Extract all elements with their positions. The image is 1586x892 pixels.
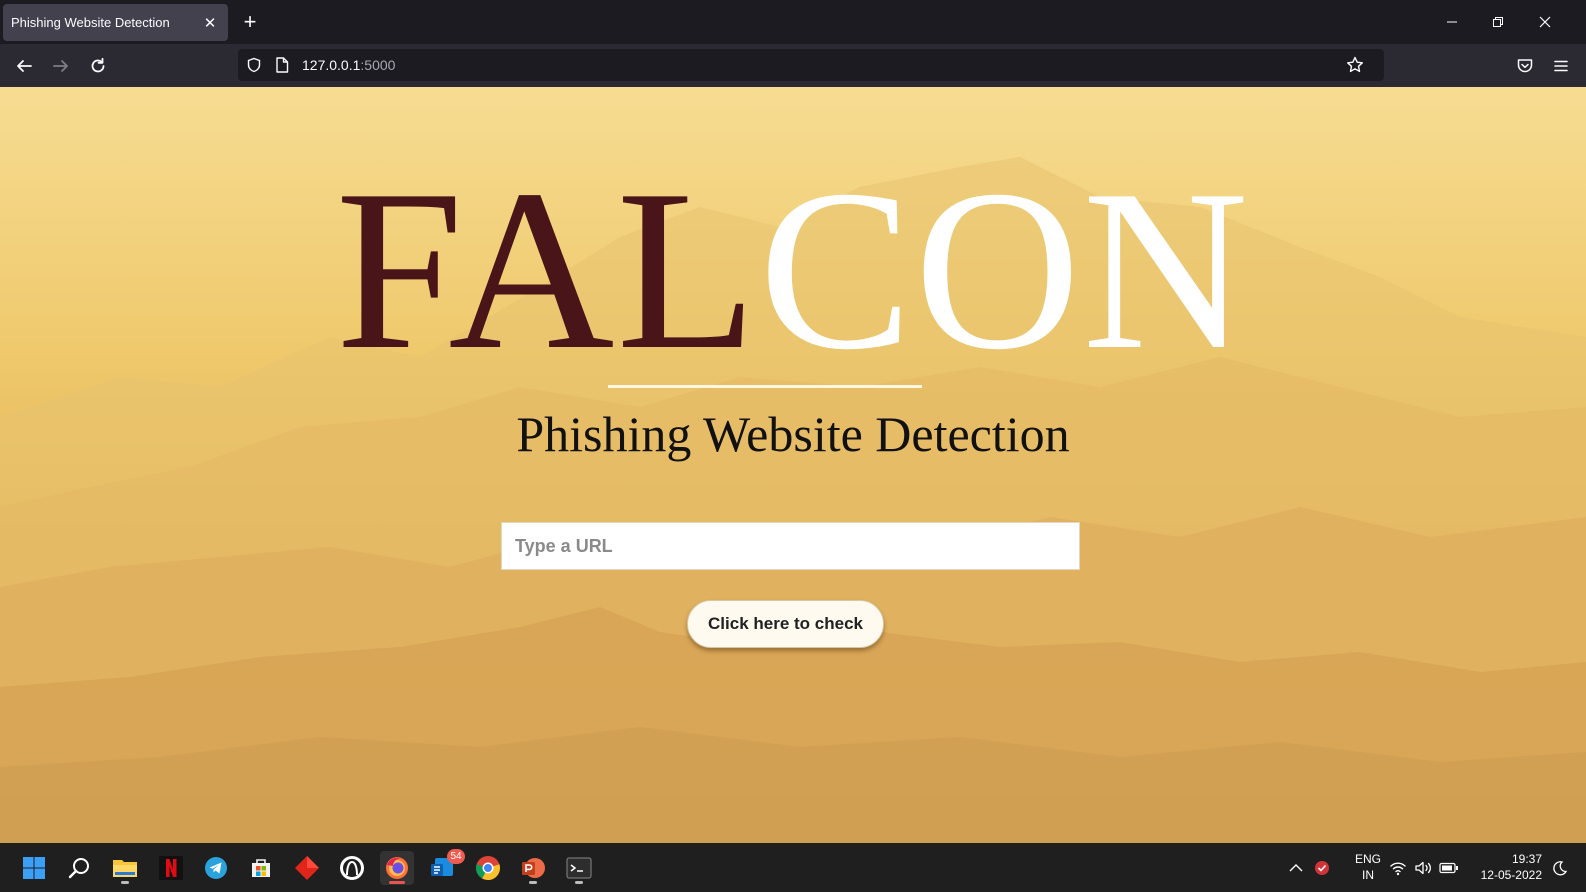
address-bar[interactable]: 127.0.0.1:5000 xyxy=(238,49,1384,81)
url-host: 127.0.0.1 xyxy=(302,57,361,73)
file-explorer-icon[interactable] xyxy=(108,851,142,885)
logo-part-dark: FAL xyxy=(335,142,759,397)
windows-start-icon[interactable] xyxy=(17,851,51,885)
clock-date: 12-05-2022 xyxy=(1480,868,1542,882)
microsoft-store-icon[interactable] xyxy=(244,851,278,885)
page-content: FALCON Phishing Website Detection Click … xyxy=(0,87,1586,843)
browser-tab[interactable]: Phishing Website Detection ✕ xyxy=(3,4,228,41)
reload-icon[interactable] xyxy=(84,52,112,80)
shield-icon[interactable] xyxy=(244,55,264,75)
netflix-icon[interactable] xyxy=(154,851,188,885)
windows-taskbar: 54 ENG IN 19:37 12-05-2022 xyxy=(0,843,1586,892)
mail-icon[interactable]: 54 xyxy=(425,849,465,885)
linux-app-icon[interactable] xyxy=(335,851,369,885)
volume-icon[interactable] xyxy=(1414,843,1434,892)
search-icon[interactable] xyxy=(62,851,96,885)
logo-part-light: CON xyxy=(758,142,1251,397)
falcon-logo: FALCON xyxy=(0,155,1586,385)
chrome-icon[interactable] xyxy=(471,851,505,885)
browser-nav-bar: 127.0.0.1:5000 xyxy=(0,44,1586,87)
running-indicator xyxy=(529,881,537,884)
url-port: :5000 xyxy=(360,57,396,73)
language-indicator[interactable]: ENG IN xyxy=(1353,851,1383,883)
new-tab-icon[interactable]: + xyxy=(238,10,262,34)
red-app-icon[interactable] xyxy=(290,851,324,885)
check-button[interactable]: Click here to check xyxy=(687,600,884,648)
url-input[interactable] xyxy=(501,522,1080,570)
security-alert-icon[interactable] xyxy=(1313,843,1331,892)
language-code: ENG xyxy=(1354,852,1381,866)
show-hidden-icons-chevron-up-icon[interactable] xyxy=(1289,843,1303,892)
clock-time: 19:37 xyxy=(1511,852,1542,866)
url-text[interactable]: 127.0.0.1:5000 xyxy=(302,57,395,73)
page-info-icon[interactable] xyxy=(272,55,292,75)
back-arrow-icon[interactable] xyxy=(10,52,38,80)
running-indicator xyxy=(575,881,583,884)
wifi-icon[interactable] xyxy=(1389,843,1407,892)
forward-arrow-icon[interactable] xyxy=(47,52,75,80)
focus-assist-moon-icon[interactable] xyxy=(1552,843,1568,892)
telegram-icon[interactable] xyxy=(199,851,233,885)
running-indicator xyxy=(121,881,129,884)
firefox-icon[interactable] xyxy=(380,851,414,885)
active-indicator xyxy=(389,881,405,884)
menu-icon[interactable] xyxy=(1547,52,1575,80)
tab-title: Phishing Website Detection xyxy=(11,15,170,30)
restore-icon[interactable] xyxy=(1483,8,1513,36)
tab-close-icon[interactable]: ✕ xyxy=(200,13,220,33)
battery-icon[interactable] xyxy=(1439,843,1459,892)
logo-divider xyxy=(608,385,922,388)
page-subtitle: Phishing Website Detection xyxy=(516,406,1070,462)
pocket-icon[interactable] xyxy=(1511,52,1539,80)
terminal-icon[interactable] xyxy=(562,851,596,885)
minimize-icon[interactable] xyxy=(1437,8,1467,36)
browser-tab-bar: Phishing Website Detection ✕ + xyxy=(0,0,1586,44)
close-window-icon[interactable] xyxy=(1530,8,1560,36)
powerpoint-icon[interactable] xyxy=(516,851,550,885)
mail-badge: 54 xyxy=(447,849,465,864)
bookmark-star-icon[interactable] xyxy=(1345,55,1365,75)
language-region: IN xyxy=(1362,868,1374,882)
taskbar-clock[interactable]: 19:37 12-05-2022 xyxy=(1472,851,1542,883)
